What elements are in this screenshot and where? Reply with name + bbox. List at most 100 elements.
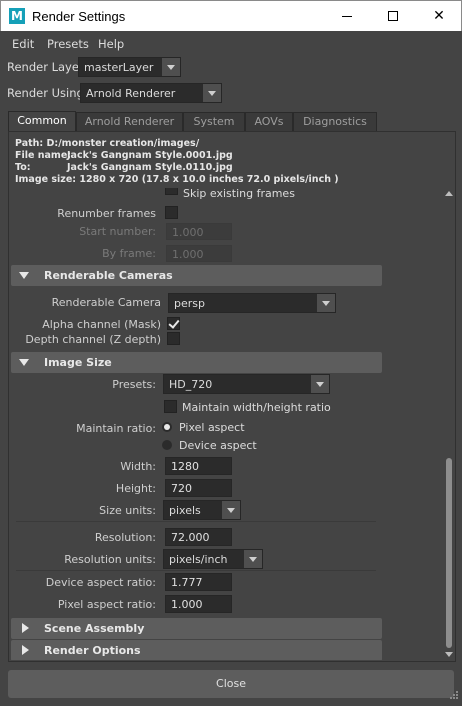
renumber-frames-label: Renumber frames (57, 207, 156, 220)
presets-label: Presets: (112, 378, 156, 391)
renderer-dropdown[interactable]: Arnold Renderer (80, 83, 222, 103)
tab-arnold-renderer[interactable]: Arnold Renderer (76, 112, 183, 131)
resolution-units-label: Resolution units: (64, 553, 156, 566)
chevron-down-icon (162, 58, 180, 76)
divider (16, 521, 376, 522)
menu-presets[interactable]: Presets (47, 37, 89, 51)
maintain-ratio-checkbox-label: Maintain width/height ratio (182, 401, 331, 414)
renumber-frames-checkbox[interactable] (165, 206, 178, 219)
minimize-icon (342, 16, 352, 17)
by-frame-label: By frame: (102, 247, 156, 260)
scene-assembly-title: Scene Assembly (44, 622, 145, 635)
start-number-value: 1.000 (172, 226, 204, 239)
chevron-down-icon (311, 375, 329, 393)
by-frame-field[interactable]: 1.000 (166, 245, 232, 262)
renderable-camera-dropdown[interactable]: persp (168, 293, 336, 313)
common-tab-panel: Path: D:/monster creation/images/ File n… (8, 131, 456, 662)
scroll-up-icon[interactable] (445, 191, 453, 196)
alpha-channel-checkbox[interactable] (167, 317, 180, 330)
render-using-label: Render Using (7, 86, 84, 100)
chevron-down-icon (222, 501, 240, 519)
maximize-icon (388, 11, 398, 21)
menu-edit[interactable]: Edit (12, 37, 34, 51)
image-size-summary: Image size: 1280 x 720 (17.8 x 10.0 inch… (15, 174, 339, 185)
tab-system[interactable]: System (183, 112, 245, 131)
vertical-scrollbar[interactable] (443, 188, 455, 660)
by-frame-value: 1.000 (172, 248, 204, 261)
resize-grip-icon[interactable] (447, 690, 459, 702)
pixel-aspect-ratio-field[interactable]: 1.000 (165, 595, 232, 613)
minimize-button[interactable] (324, 1, 370, 31)
scene-assembly-section-header[interactable]: Scene Assembly (11, 618, 382, 639)
resolution-value: 72.000 (171, 531, 210, 544)
image-size-section-header[interactable]: Image Size (11, 352, 382, 373)
render-layer-value: masterLayer (84, 61, 154, 74)
image-size-title: Image Size (44, 356, 112, 369)
render-options-title: Render Options (44, 644, 141, 657)
pixel-aspect-ratio-label: Pixel aspect ratio: (57, 598, 156, 611)
close-button[interactable]: Close (8, 670, 454, 698)
renderable-cameras-section-header[interactable]: Renderable Cameras (11, 265, 382, 286)
start-number-field[interactable]: 1.000 (166, 223, 232, 240)
to-label: To: (15, 162, 31, 173)
device-aspect-option: Device aspect (179, 439, 257, 452)
width-value: 1280 (171, 460, 199, 473)
renderable-camera-value: persp (174, 297, 205, 310)
height-label: Height: (115, 482, 156, 495)
settings-scroll-area: Skip existing frames Renumber frames Sta… (11, 188, 436, 660)
resolution-label: Resolution: (94, 531, 156, 544)
depth-channel-label: Depth channel (Z depth) (25, 333, 161, 346)
output-path: Path: D:/monster creation/images/ (15, 138, 200, 149)
resolution-units-value: pixels/inch (169, 553, 228, 566)
chevron-down-icon (244, 550, 262, 568)
size-units-dropdown[interactable]: pixels (163, 500, 241, 520)
size-units-value: pixels (169, 504, 201, 517)
resolution-field[interactable]: 72.000 (165, 528, 232, 546)
start-number-label: Start number: (79, 225, 156, 238)
depth-channel-checkbox[interactable] (167, 332, 180, 345)
pixel-aspect-option: Pixel aspect (179, 421, 245, 434)
height-field[interactable]: 720 (165, 479, 232, 497)
device-aspect-radio[interactable] (162, 440, 172, 450)
renderer-value: Arnold Renderer (86, 87, 176, 100)
maximize-button[interactable] (370, 1, 416, 31)
chevron-down-icon (203, 84, 221, 102)
scrollbar-thumb[interactable] (446, 458, 452, 648)
width-field[interactable]: 1280 (165, 457, 232, 475)
presets-value: HD_720 (169, 378, 213, 391)
file-name-label: File name: (15, 150, 72, 161)
device-aspect-ratio-value: 1.777 (171, 576, 203, 589)
render-layer-label: Render Layer (7, 60, 84, 74)
collapse-arrow-icon (22, 623, 29, 633)
divider (16, 570, 376, 571)
chevron-down-icon (317, 294, 335, 312)
maintain-ratio-label: Maintain ratio: (76, 422, 156, 435)
maintain-ratio-checkbox[interactable] (164, 400, 177, 413)
menu-bar: Edit Presets Help (0, 31, 462, 55)
tab-diagnostics[interactable]: Diagnostics (293, 112, 377, 131)
width-label: Width: (120, 460, 156, 473)
pixel-aspect-radio[interactable] (162, 422, 172, 432)
render-options-section-header[interactable]: Render Options (11, 640, 382, 660)
skip-existing-checkbox[interactable] (165, 188, 178, 195)
menu-help[interactable]: Help (98, 37, 124, 51)
scroll-down-icon[interactable] (445, 652, 453, 657)
renderable-cameras-title: Renderable Cameras (44, 269, 173, 282)
renderable-camera-label: Renderable Camera (51, 296, 161, 309)
pixel-aspect-ratio-value: 1.000 (171, 598, 203, 611)
file-name-value: Jack's Gangnam Style.0001.jpg (67, 150, 233, 161)
tab-aovs[interactable]: AOVs (245, 112, 293, 131)
tab-common[interactable]: Common (8, 111, 76, 131)
maya-icon: M (9, 8, 25, 24)
title-bar: M Render Settings ✕ (0, 0, 462, 31)
size-units-label: Size units: (99, 504, 156, 517)
resolution-units-dropdown[interactable]: pixels/inch (163, 549, 263, 569)
skip-existing-label: Skip existing frames (183, 188, 295, 200)
expand-arrow-icon (19, 272, 29, 279)
close-window-button[interactable]: ✕ (416, 1, 462, 31)
device-aspect-ratio-field[interactable]: 1.777 (165, 573, 232, 591)
render-layer-dropdown[interactable]: masterLayer (78, 57, 181, 77)
collapse-arrow-icon (22, 645, 29, 655)
presets-dropdown[interactable]: HD_720 (163, 374, 330, 394)
height-value: 720 (171, 482, 192, 495)
